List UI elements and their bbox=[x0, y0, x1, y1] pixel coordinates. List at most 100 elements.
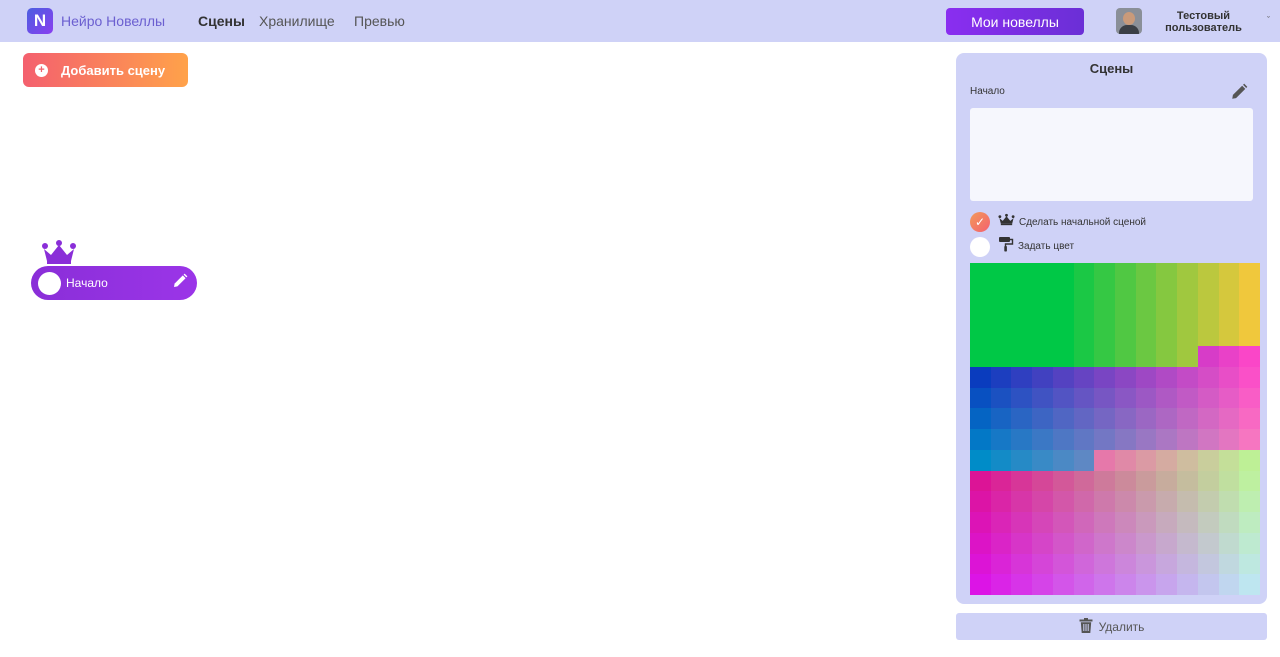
add-scene-button[interactable]: + Добавить сцену bbox=[23, 53, 188, 87]
palette-swatch[interactable] bbox=[1177, 449, 1198, 471]
palette-swatch[interactable] bbox=[970, 553, 991, 575]
palette-swatch[interactable] bbox=[990, 532, 1012, 554]
palette-swatch[interactable] bbox=[970, 283, 991, 305]
palette-swatch[interactable] bbox=[1094, 491, 1115, 512]
palette-swatch[interactable] bbox=[1052, 512, 1074, 533]
palette-swatch[interactable] bbox=[1032, 346, 1053, 367]
palette-swatch[interactable] bbox=[1177, 325, 1198, 346]
palette-swatch[interactable] bbox=[1197, 449, 1219, 471]
palette-swatch[interactable] bbox=[1094, 283, 1115, 305]
palette-swatch[interactable] bbox=[1239, 491, 1260, 512]
palette-swatch[interactable] bbox=[1239, 574, 1260, 595]
palette-swatch[interactable] bbox=[1239, 304, 1260, 326]
palette-swatch[interactable] bbox=[1114, 574, 1136, 595]
palette-swatch[interactable] bbox=[1156, 263, 1178, 284]
palette-swatch[interactable] bbox=[1073, 346, 1095, 367]
palette-swatch[interactable] bbox=[1094, 553, 1115, 575]
palette-swatch[interactable] bbox=[1156, 512, 1178, 533]
palette-swatch[interactable] bbox=[1073, 366, 1095, 388]
palette-swatch[interactable] bbox=[1239, 408, 1260, 429]
palette-swatch[interactable] bbox=[1239, 366, 1260, 388]
app-brand[interactable]: Нейро Новеллы bbox=[61, 13, 165, 29]
palette-swatch[interactable] bbox=[1177, 429, 1198, 450]
palette-swatch[interactable] bbox=[1011, 532, 1033, 554]
palette-swatch[interactable] bbox=[1177, 470, 1198, 492]
palette-swatch[interactable] bbox=[1073, 449, 1095, 471]
palette-swatch[interactable] bbox=[970, 470, 991, 492]
palette-swatch[interactable] bbox=[1218, 532, 1240, 554]
palette-swatch[interactable] bbox=[1073, 574, 1095, 595]
palette-swatch[interactable] bbox=[990, 449, 1012, 471]
palette-swatch[interactable] bbox=[1114, 470, 1136, 492]
palette-swatch[interactable] bbox=[1239, 470, 1260, 492]
palette-swatch[interactable] bbox=[1177, 574, 1198, 595]
palette-swatch[interactable] bbox=[1011, 574, 1033, 595]
palette-swatch[interactable] bbox=[990, 304, 1012, 326]
palette-swatch[interactable] bbox=[1218, 366, 1240, 388]
palette-swatch[interactable] bbox=[1218, 512, 1240, 533]
make-start-scene-option[interactable]: ✓ Сделать начальной сценой bbox=[970, 212, 1146, 232]
palette-swatch[interactable] bbox=[1032, 429, 1053, 450]
palette-swatch[interactable] bbox=[1011, 449, 1033, 471]
palette-swatch[interactable] bbox=[1011, 512, 1033, 533]
palette-swatch[interactable] bbox=[1177, 512, 1198, 533]
palette-swatch[interactable] bbox=[1052, 491, 1074, 512]
palette-swatch[interactable] bbox=[1197, 346, 1219, 367]
palette-swatch[interactable] bbox=[1177, 408, 1198, 429]
palette-swatch[interactable] bbox=[970, 512, 991, 533]
palette-swatch[interactable] bbox=[1197, 304, 1219, 326]
palette-swatch[interactable] bbox=[1052, 429, 1074, 450]
palette-swatch[interactable] bbox=[1011, 553, 1033, 575]
palette-swatch[interactable] bbox=[1094, 263, 1115, 284]
scene-description-field[interactable] bbox=[970, 108, 1253, 201]
palette-swatch[interactable] bbox=[1135, 429, 1157, 450]
palette-swatch[interactable] bbox=[1011, 408, 1033, 429]
palette-swatch[interactable] bbox=[1177, 491, 1198, 512]
palette-swatch[interactable] bbox=[1011, 304, 1033, 326]
palette-swatch[interactable] bbox=[1114, 491, 1136, 512]
palette-swatch[interactable] bbox=[1032, 553, 1053, 575]
palette-swatch[interactable] bbox=[1218, 263, 1240, 284]
palette-swatch[interactable] bbox=[1156, 346, 1178, 367]
palette-swatch[interactable] bbox=[990, 346, 1012, 367]
palette-swatch[interactable] bbox=[1114, 263, 1136, 284]
palette-swatch[interactable] bbox=[1197, 553, 1219, 575]
palette-swatch[interactable] bbox=[1177, 346, 1198, 367]
palette-swatch[interactable] bbox=[1218, 387, 1240, 409]
palette-swatch[interactable] bbox=[1052, 408, 1074, 429]
my-novels-button[interactable]: Мои новеллы bbox=[946, 8, 1084, 35]
palette-swatch[interactable] bbox=[1239, 532, 1260, 554]
palette-swatch[interactable] bbox=[970, 304, 991, 326]
app-logo[interactable]: N bbox=[27, 8, 53, 34]
palette-swatch[interactable] bbox=[1011, 325, 1033, 346]
palette-swatch[interactable] bbox=[1032, 366, 1053, 388]
palette-swatch[interactable] bbox=[1218, 408, 1240, 429]
palette-swatch[interactable] bbox=[1197, 491, 1219, 512]
palette-swatch[interactable] bbox=[1073, 263, 1095, 284]
palette-swatch[interactable] bbox=[1032, 387, 1053, 409]
palette-swatch[interactable] bbox=[1218, 470, 1240, 492]
palette-swatch[interactable] bbox=[1032, 470, 1053, 492]
palette-swatch[interactable] bbox=[1073, 470, 1095, 492]
palette-swatch[interactable] bbox=[1156, 470, 1178, 492]
palette-swatch[interactable] bbox=[1011, 283, 1033, 305]
palette-swatch[interactable] bbox=[1239, 429, 1260, 450]
palette-swatch[interactable] bbox=[1011, 263, 1033, 284]
palette-swatch[interactable] bbox=[1218, 574, 1240, 595]
palette-swatch[interactable] bbox=[1135, 408, 1157, 429]
palette-swatch[interactable] bbox=[1032, 449, 1053, 471]
palette-swatch[interactable] bbox=[970, 429, 991, 450]
palette-swatch[interactable] bbox=[970, 491, 991, 512]
palette-swatch[interactable] bbox=[1135, 304, 1157, 326]
palette-swatch[interactable] bbox=[990, 408, 1012, 429]
palette-swatch[interactable] bbox=[1135, 553, 1157, 575]
palette-swatch[interactable] bbox=[1073, 553, 1095, 575]
palette-swatch[interactable] bbox=[970, 574, 991, 595]
palette-swatch[interactable] bbox=[1032, 574, 1053, 595]
palette-swatch[interactable] bbox=[990, 263, 1012, 284]
checkmark-icon[interactable]: ✓ bbox=[970, 212, 990, 232]
palette-swatch[interactable] bbox=[1032, 512, 1053, 533]
palette-swatch[interactable] bbox=[990, 283, 1012, 305]
palette-swatch[interactable] bbox=[1011, 346, 1033, 367]
palette-swatch[interactable] bbox=[1094, 387, 1115, 409]
